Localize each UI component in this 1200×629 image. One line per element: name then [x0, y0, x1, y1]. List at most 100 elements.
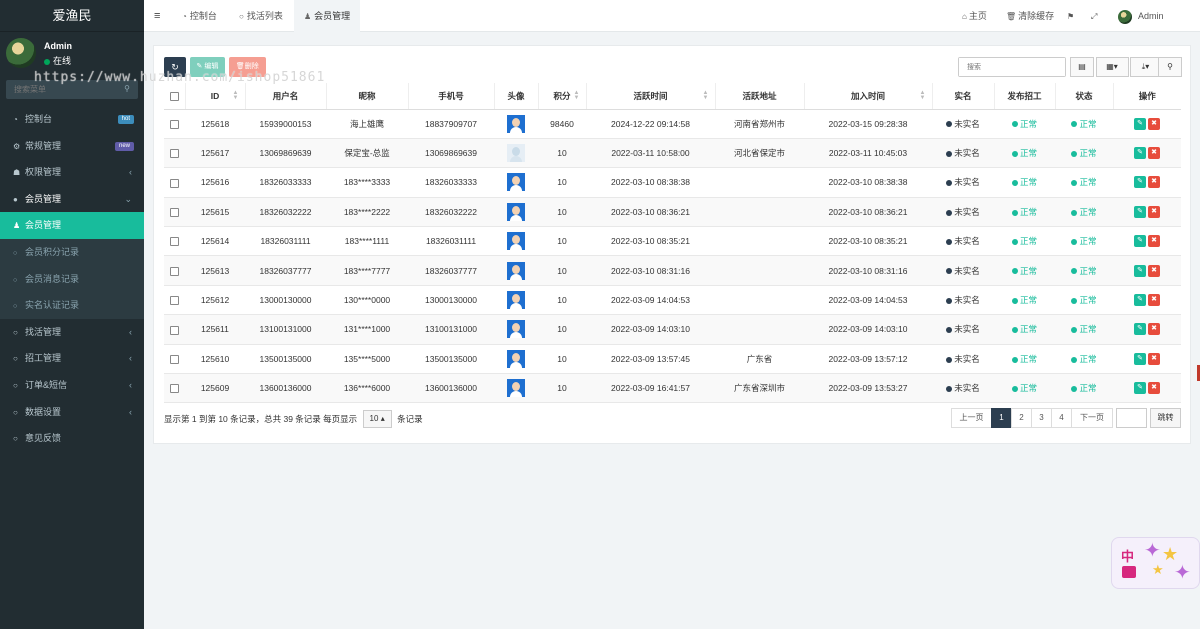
page-button[interactable]: 2 — [1011, 408, 1032, 428]
sidebar-item-member-verify[interactable]: ○ 实名认证记录 — [0, 292, 144, 319]
avatar[interactable] — [507, 261, 525, 280]
avatar[interactable] — [507, 291, 525, 310]
language-button[interactable]: ⚑ — [1067, 0, 1076, 32]
page-size-select[interactable]: 10 ▴ — [362, 410, 392, 428]
row-edit-button[interactable]: ✎ — [1134, 264, 1146, 277]
advanced-search-button[interactable]: ⚲ — [1158, 57, 1182, 77]
avatar[interactable] — [507, 114, 525, 133]
row-edit-button[interactable]: ✎ — [1134, 352, 1146, 365]
table-row[interactable]: 125615 18326032222 183****2222 18326032222 1… — [164, 197, 1181, 228]
row-edit-button[interactable]: ✎ — [1134, 205, 1146, 218]
row-checkbox[interactable] — [170, 266, 179, 276]
toggle-view-button[interactable]: ▤ — [1070, 57, 1094, 77]
sidebar-item-member-messages[interactable]: ○ 会员消息记录 — [0, 265, 144, 293]
table-row[interactable]: 125610 13500135000 135****5000 13500135000 1… — [164, 344, 1181, 375]
home-link[interactable]: ⌂ 主页 — [962, 0, 987, 32]
table-search-input[interactable] — [959, 58, 1065, 76]
row-edit-button[interactable]: ✎ — [1134, 294, 1146, 307]
row-checkbox[interactable] — [170, 237, 179, 247]
menu-toggle-icon[interactable]: ≡ — [154, 10, 160, 22]
sidebar-item-recruit[interactable]: ○ 招工管理 ‹ — [0, 345, 144, 372]
row-edit-button[interactable]: ✎ — [1134, 323, 1146, 336]
clear-cache-button[interactable]: 🗑 清除缓存 — [1006, 0, 1054, 32]
row-delete-button[interactable]: ✖ — [1148, 147, 1160, 160]
fullscreen-button[interactable]: ⤢ — [1091, 0, 1099, 32]
column-header[interactable]: 加入时间 ▲ ▼ — [803, 83, 932, 110]
avatar[interactable] — [507, 202, 525, 221]
table-cell: 正常 — [1055, 344, 1113, 375]
tab-dashboard[interactable]: ◔ 控制台 — [172, 0, 227, 32]
row-checkbox[interactable] — [170, 149, 179, 159]
user-panel: Admin 在线 — [0, 32, 144, 74]
column-header[interactable]: ID ▲ ▼ — [184, 83, 245, 110]
export-dropdown[interactable]: ⤓▾ — [1130, 57, 1162, 77]
prev-page-button[interactable]: 上一页 — [951, 408, 992, 428]
page-button[interactable]: 1 — [991, 408, 1012, 428]
tab-member-manage[interactable]: ♟ 会员管理 — [294, 0, 361, 32]
row-delete-button[interactable]: ✖ — [1148, 323, 1160, 336]
row-delete-button[interactable]: ✖ — [1148, 352, 1160, 365]
column-header-label: 加入时间 — [850, 90, 885, 101]
row-delete-button[interactable]: ✖ — [1148, 235, 1160, 248]
row-edit-button[interactable]: ✎ — [1134, 117, 1146, 130]
row-delete-button[interactable]: ✖ — [1148, 294, 1160, 307]
user-menu[interactable]: Admin — [1118, 0, 1164, 32]
sidebar-item-data-settings[interactable]: ○ 数据设置 ‹ — [0, 399, 144, 426]
brand-logo[interactable]: 爱渔民 — [0, 0, 144, 32]
row-checkbox[interactable] — [170, 354, 179, 364]
page-button[interactable]: 3 — [1031, 408, 1052, 428]
sidebar-item-find-jobs[interactable]: ○ 找活管理 ‹ — [0, 319, 144, 346]
sidebar-item-feedback[interactable]: ○ 意见反馈 — [0, 425, 144, 452]
floating-widget[interactable]: 中 ✦ ★ ✦ ★ — [1111, 537, 1200, 589]
avatar[interactable] — [507, 173, 525, 192]
tab-find-jobs[interactable]: ○ 找活列表 — [229, 0, 293, 32]
sidebar-item-permission[interactable]: ☗ 权限管理 ‹ — [0, 159, 144, 186]
sidebar-item-orders-sms[interactable]: ○ 订单&短信 ‹ — [0, 372, 144, 399]
select-all-checkbox[interactable] — [169, 91, 179, 101]
columns-dropdown[interactable]: ▦▾ — [1095, 57, 1129, 77]
avatar[interactable] — [507, 349, 525, 368]
table-row[interactable]: 125609 13600136000 136****6000 13600136000 1… — [164, 373, 1181, 404]
row-checkbox[interactable] — [170, 325, 179, 335]
row-delete-button[interactable]: ✖ — [1148, 117, 1160, 130]
row-edit-button[interactable]: ✎ — [1134, 235, 1146, 248]
caret-up-icon: ▴ — [380, 414, 385, 423]
jump-button[interactable]: 跳转 — [1150, 408, 1181, 428]
cell-points: 10 — [557, 383, 567, 394]
table-row[interactable]: 125611 13100131000 131****1000 13100131000 1… — [164, 314, 1181, 345]
row-delete-button[interactable]: ✖ — [1148, 205, 1160, 218]
avatar[interactable] — [507, 232, 525, 251]
avatar[interactable] — [507, 379, 525, 398]
row-delete-button[interactable]: ✖ — [1148, 382, 1160, 395]
status-dot-icon — [1011, 385, 1018, 392]
sidebar-item-dashboard[interactable]: ◔ 控制台 hot — [0, 106, 144, 133]
sidebar-item-member-manage[interactable]: ♟ 会员管理 — [0, 212, 144, 239]
table-row[interactable]: 125616 18326033333 183****3333 18326033333 1… — [164, 167, 1181, 198]
row-delete-button[interactable]: ✖ — [1148, 264, 1160, 277]
table-row[interactable]: 125618 15939000153 海上雄鹰 18837909707 98460 202… — [164, 109, 1181, 139]
search-icon[interactable]: ⚲ — [124, 84, 130, 93]
sidebar-item-member-points[interactable]: ○ 会员积分记录 — [0, 238, 144, 266]
table-row[interactable]: 125612 13000130000 130****0000 13000130000 1… — [164, 285, 1181, 316]
next-page-button[interactable]: 下一页 — [1071, 408, 1113, 428]
jump-page-input[interactable] — [1116, 408, 1147, 428]
table-row[interactable]: 125613 18326037777 183****7777 18326037777 1… — [164, 255, 1181, 286]
row-checkbox[interactable] — [170, 384, 179, 394]
row-checkbox[interactable] — [170, 178, 179, 188]
row-edit-button[interactable]: ✎ — [1134, 176, 1146, 189]
row-checkbox[interactable] — [170, 296, 179, 306]
page-button[interactable]: 4 — [1051, 408, 1072, 428]
column-header[interactable]: 积分 ▲ ▼ — [537, 83, 586, 110]
avatar[interactable] — [507, 144, 525, 163]
column-header[interactable]: 活跃时间 ▲ ▼ — [585, 83, 715, 110]
table-row[interactable]: 125617 13069869639 保定宝-总监 13069869639 10 2022… — [164, 138, 1181, 169]
row-edit-button[interactable]: ✎ — [1134, 147, 1146, 160]
sidebar-item-members[interactable]: ● 会员管理 ⌄ — [0, 186, 144, 213]
row-edit-button[interactable]: ✎ — [1134, 382, 1146, 395]
table-row[interactable]: 125614 18326031111 183****1111 18326031111 1… — [164, 226, 1181, 257]
avatar[interactable] — [507, 320, 525, 339]
row-delete-button[interactable]: ✖ — [1148, 176, 1160, 189]
row-checkbox[interactable] — [170, 207, 179, 217]
sidebar-item-general[interactable]: ⚙ 常规管理 new — [0, 133, 144, 160]
row-checkbox[interactable] — [170, 119, 179, 129]
